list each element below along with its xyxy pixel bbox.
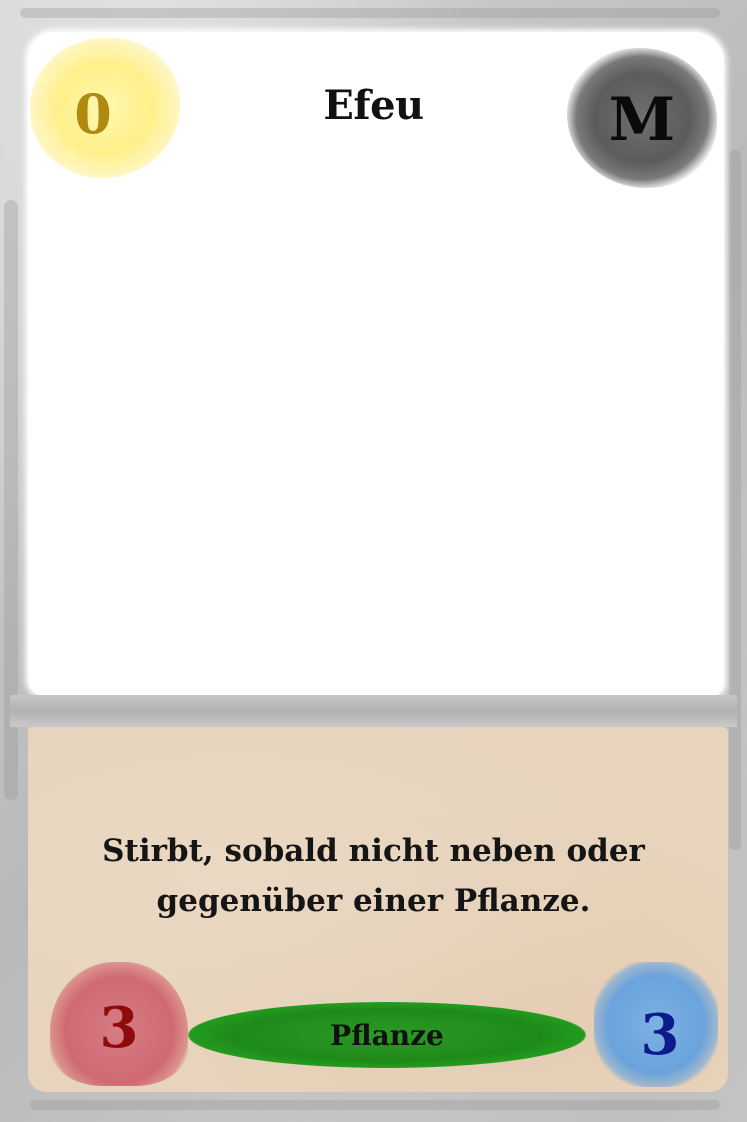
category-label: Pflanze bbox=[330, 1018, 444, 1052]
frame-stroke bbox=[30, 1100, 720, 1110]
life-badge: 3 bbox=[594, 962, 718, 1087]
game-card: Efeu 0 M Stirbt, sobald nicht neben oder… bbox=[0, 0, 747, 1122]
attack-badge: 3 bbox=[50, 962, 188, 1086]
type-letter: M bbox=[608, 85, 676, 155]
category-banner: Pflanze bbox=[188, 1002, 586, 1068]
attack-value: 3 bbox=[99, 995, 139, 1061]
life-value: 3 bbox=[640, 1001, 680, 1068]
card-divider bbox=[10, 695, 737, 727]
frame-stroke bbox=[20, 8, 720, 18]
ability-text: Stirbt, sobald nicht neben oder gegenübe… bbox=[102, 833, 645, 919]
cost-value: 0 bbox=[74, 82, 112, 146]
frame-stroke bbox=[729, 150, 741, 850]
